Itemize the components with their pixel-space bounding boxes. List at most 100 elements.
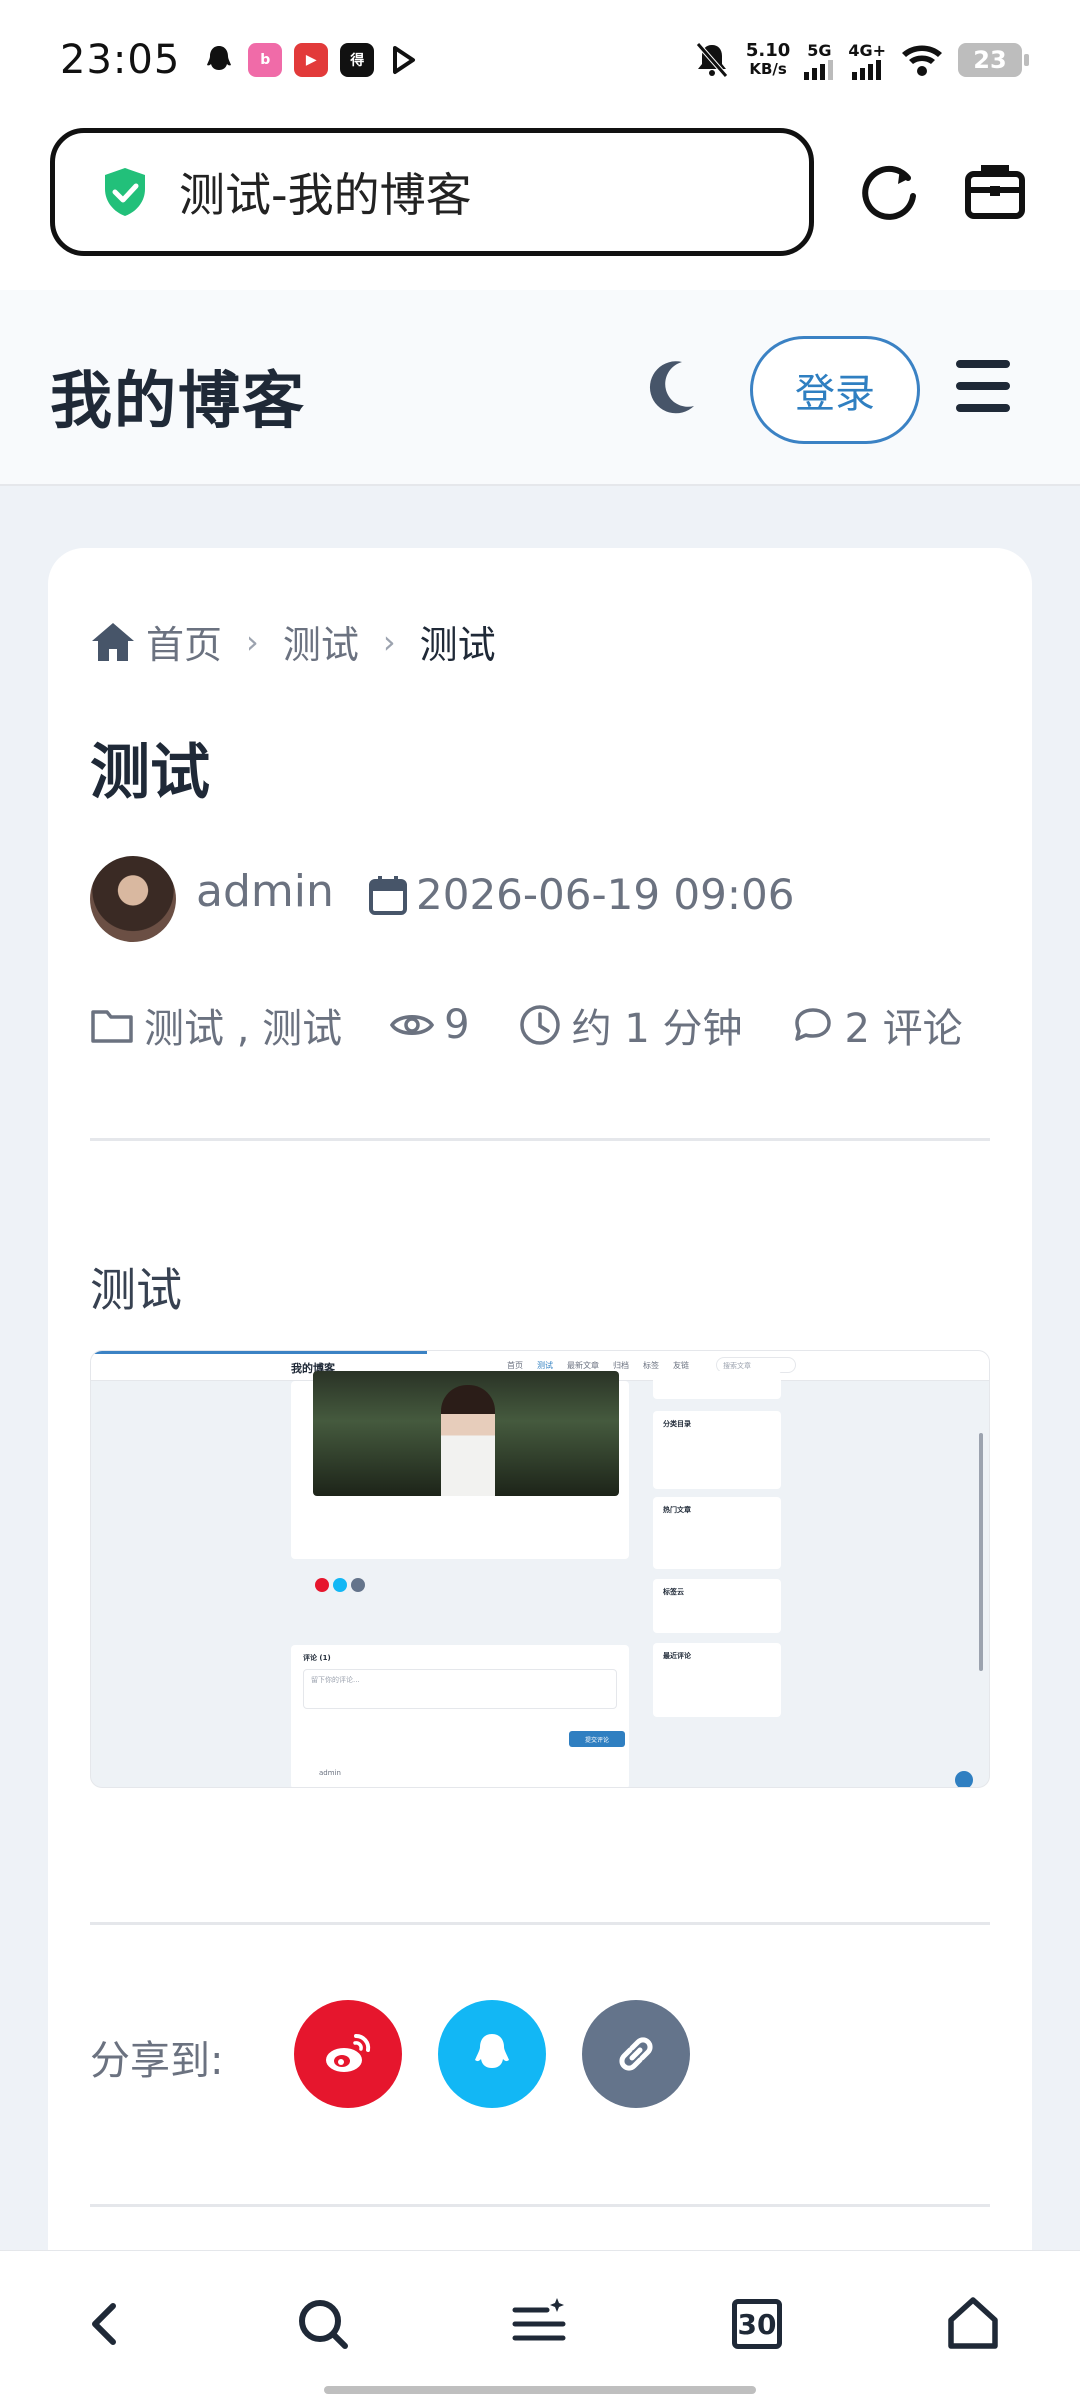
page-title-url: 测试-我的博客 — [179, 168, 472, 222]
net-speed-unit: KB/s — [749, 60, 787, 78]
breadcrumb-category[interactable]: 测试 — [283, 614, 359, 669]
address-bar[interactable]: 测试-我的博客 — [50, 128, 814, 256]
wifi-icon — [902, 45, 942, 76]
divider — [90, 1922, 990, 1925]
signal-4g: 4G+ — [848, 41, 886, 80]
breadcrumb-home[interactable]: 首页 — [146, 614, 222, 669]
mute-icon — [696, 42, 728, 78]
embedded-nav-item: 测试 — [537, 1361, 553, 1370]
share-label: 分享到: — [90, 2038, 224, 2084]
menu-button[interactable] — [506, 2291, 572, 2357]
qq-icon — [475, 2034, 509, 2068]
embedded-nav-item: 归档 — [613, 1361, 629, 1370]
clock-icon — [519, 1005, 560, 1045]
share-weibo-button[interactable] — [294, 2000, 402, 2108]
embedded-weibo-dot — [315, 1578, 329, 1592]
signal-5g-label: 5G — [807, 40, 832, 60]
qq-icon — [207, 46, 232, 70]
play-icon — [393, 46, 416, 74]
embedded-qq-dot — [333, 1578, 347, 1592]
post-read-time: 约 1 分钟 — [518, 996, 743, 1054]
breadcrumb-current: 测试 — [419, 623, 496, 667]
shield-check-icon — [105, 168, 145, 216]
embedded-nav-item: 友链 — [673, 1361, 689, 1370]
weibo-icon — [326, 2033, 371, 2072]
menu-sparkle-icon — [512, 2298, 566, 2341]
dewu-icon: 得 — [340, 43, 375, 77]
site-header: 我的博客 登录 — [0, 290, 1080, 486]
gesture-bar[interactable] — [324, 2386, 756, 2394]
signal-5g: 5G — [804, 41, 834, 80]
post-comments-text: 2 评论 — [844, 1006, 963, 1052]
embedded-comment-placeholder: 留下你的评论... — [311, 1676, 360, 1684]
embedded-nav-item: 首页 — [507, 1361, 523, 1370]
post-read-time-text: 约 1 分钟 — [571, 1006, 743, 1052]
toolbox-icon[interactable] — [962, 158, 1028, 224]
embedded-scrollbar — [979, 1433, 983, 1671]
browser-toolbar: 测试-我的博客 — [0, 120, 1080, 290]
site-brand[interactable]: 我的博客 — [50, 350, 306, 440]
breadcrumb: 首页 › 测试 › 测试 — [90, 614, 496, 669]
home-icon[interactable] — [90, 621, 136, 663]
net-speed: 5.10 KB/s — [745, 40, 791, 79]
comment-icon — [794, 1008, 831, 1041]
embedded-sidebar-title: 最近评论 — [663, 1652, 691, 1660]
embedded-sidebar-search — [653, 1371, 781, 1399]
author-name[interactable]: admin — [196, 866, 334, 917]
login-button[interactable]: 登录 — [750, 336, 920, 444]
post-categories[interactable]: 测试 , 测试 — [90, 996, 342, 1054]
status-app-icons: b ▶ 得 — [202, 43, 420, 77]
embedded-nav-item: 标签 — [643, 1361, 659, 1370]
embedded-link-dot — [351, 1578, 365, 1592]
post-categories-text: 测试 , 测试 — [144, 1006, 343, 1052]
post-date-text: 2026-06-19 09:06 — [416, 870, 795, 919]
post-comments[interactable]: 2 评论 — [791, 996, 963, 1054]
signal-bars-icon — [804, 59, 834, 80]
post-image[interactable]: 我的博客 首页 测试 最新文章 归档 标签 友链 搜索文章 评论 (1) 留下你… — [90, 1350, 990, 1788]
embedded-progress — [91, 1351, 427, 1354]
embedded-nav-item: 最新文章 — [567, 1361, 599, 1370]
reload-icon[interactable] — [856, 158, 922, 224]
post-views-count: 9 — [444, 1002, 470, 1048]
embedded-comment-author: admin — [319, 1769, 341, 1777]
embedded-comments-panel — [291, 1645, 629, 1787]
post-views: 9 — [390, 1002, 470, 1048]
net-speed-value: 5.10 — [745, 40, 791, 61]
signal-4g-label: 4G+ — [848, 40, 886, 60]
embedded-sidebar-title: 分类目录 — [663, 1420, 691, 1428]
browser-bottom-nav: 30 — [0, 2250, 1080, 2400]
embedded-comments-title: 评论 (1) — [303, 1654, 331, 1662]
tabs-button[interactable]: 30 — [724, 2291, 790, 2357]
link-icon — [619, 2037, 653, 2071]
eye-icon — [390, 1015, 435, 1035]
search-button[interactable] — [290, 2291, 356, 2357]
embedded-photo-person — [441, 1385, 495, 1496]
back-button[interactable] — [72, 2291, 138, 2357]
divider — [90, 2204, 990, 2207]
post-body-text: 测试 — [90, 1263, 182, 1317]
status-bar: 23:05 b ▶ 得 5.10 KB/s 5G 4G+ 23 — [0, 0, 1080, 120]
signal-bars-icon — [852, 59, 882, 80]
chevron-left-icon — [92, 2303, 116, 2345]
search-icon — [299, 2300, 348, 2349]
dark-mode-moon-icon[interactable] — [648, 358, 698, 414]
divider — [90, 1138, 990, 1141]
post-meta: 测试 , 测试 9 约 1 分钟 2 评论 — [90, 996, 1011, 1054]
chevron-right-icon: › — [246, 622, 259, 661]
embedded-photo — [313, 1371, 619, 1496]
post-date: 2026-06-19 09:06 — [368, 870, 794, 919]
author-avatar[interactable] — [90, 856, 176, 942]
home-button[interactable] — [940, 2291, 1006, 2357]
share-qq-button[interactable] — [438, 2000, 546, 2108]
bilibili-icon: b — [248, 43, 283, 77]
share-link-button[interactable] — [582, 2000, 690, 2108]
status-time: 23:05 — [60, 37, 181, 83]
embedded-sidebar-title: 标签云 — [663, 1588, 684, 1596]
embedded-submit: 提交评论 — [569, 1731, 625, 1747]
folder-icon — [91, 1010, 133, 1043]
post-title: 测试 — [90, 738, 210, 808]
status-indicators: 5.10 KB/s 5G 4G+ 23 — [692, 40, 1029, 80]
embedded-nav: 首页 测试 最新文章 归档 标签 友链 — [507, 1360, 689, 1371]
menu-icon[interactable] — [956, 360, 1010, 412]
calendar-icon — [369, 875, 407, 915]
